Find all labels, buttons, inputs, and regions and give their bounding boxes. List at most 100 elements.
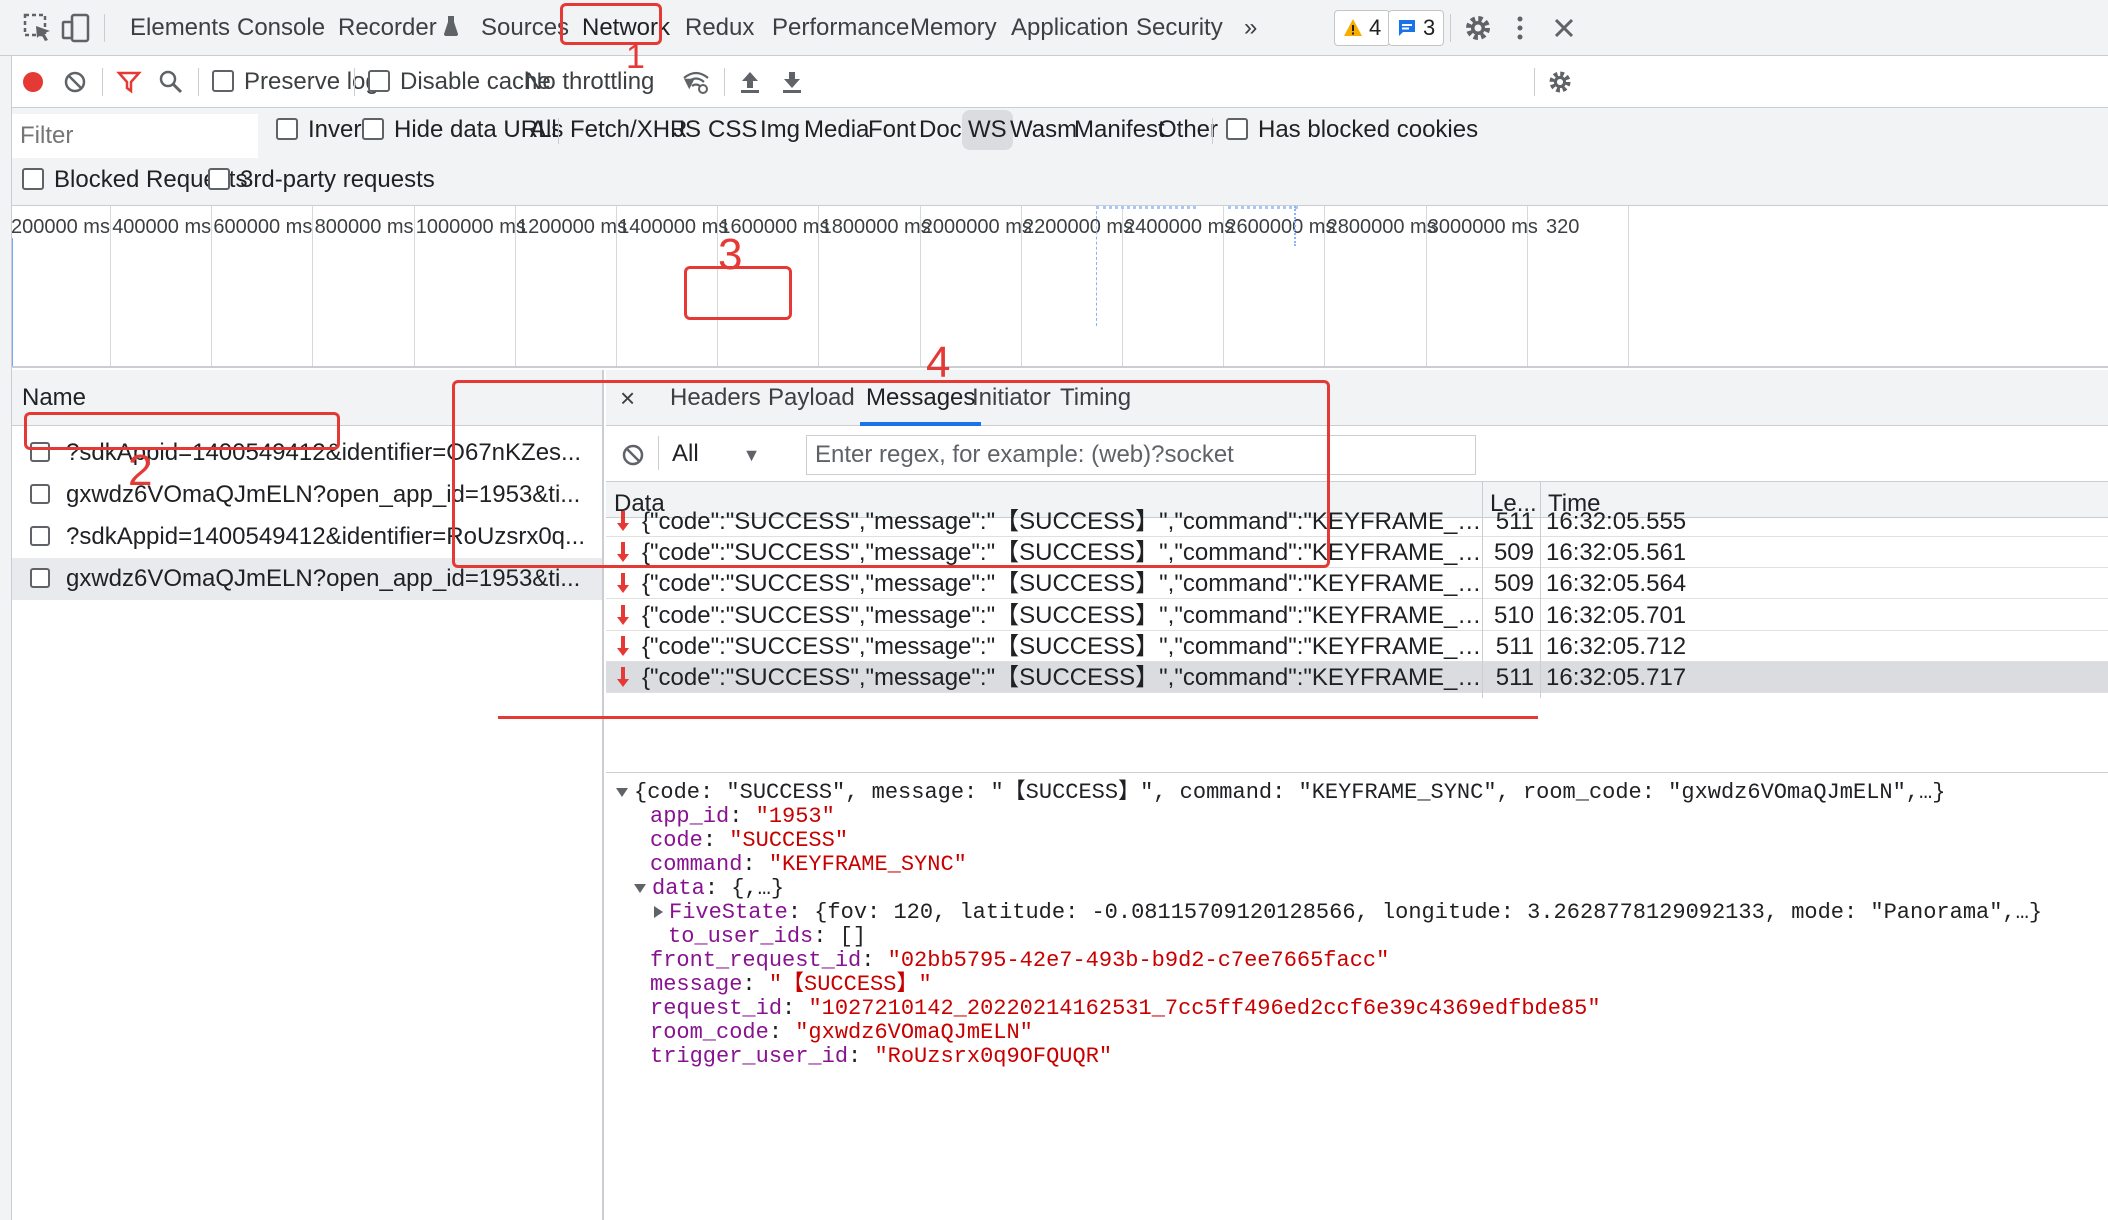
tab-performance[interactable]: Performance	[772, 0, 909, 56]
device-toolbar-icon[interactable]	[60, 12, 92, 44]
flask-icon	[443, 16, 458, 36]
inspect-element-icon[interactable]	[22, 12, 54, 44]
network-conditions-icon[interactable]	[682, 69, 710, 95]
json-key: command	[650, 852, 743, 877]
more-tabs-button[interactable]: »	[1244, 0, 1257, 56]
clear-icon[interactable]	[62, 69, 88, 95]
checkbox-box	[208, 167, 230, 190]
throttling-select[interactable]: No throttling ▼	[525, 56, 698, 108]
tab-initiator[interactable]: Initiator	[972, 370, 1051, 426]
filter-input[interactable]	[12, 114, 258, 158]
messages-badge[interactable]: 3	[1388, 10, 1445, 46]
preserve-log-label: Preserve log	[244, 68, 379, 95]
message-row[interactable]: {"code":"SUCCESS","message":"【SUCCESS】",…	[606, 568, 2108, 600]
request-icon	[30, 441, 50, 462]
tab-recorder-label: Recorder	[338, 14, 437, 41]
json-key: code	[650, 828, 703, 853]
message-length: 511	[1495, 664, 1534, 691]
settings-gear-icon[interactable]	[1462, 12, 1494, 44]
request-row[interactable]: ?sdkAppid=1400549412&identifier=RoUzsrx0…	[12, 516, 602, 558]
message-time: 16:32:05.712	[1546, 632, 1687, 660]
tab-elements[interactable]: Elements	[130, 0, 230, 56]
json-prop-fivestate[interactable]: FiveState: {fov: 120, latitude: -0.08115…	[654, 901, 2042, 925]
record-icon[interactable]	[20, 69, 46, 95]
export-har-icon[interactable]	[780, 69, 804, 95]
json-prop-request-id: request_id: "1027210142_20220214162531_7…	[650, 996, 1601, 1021]
message-time: 16:32:05.717	[1546, 664, 1687, 691]
message-type-label: All	[672, 440, 699, 467]
chevron-down-icon: ▼	[742, 445, 761, 465]
message-time: 16:32:05.564	[1546, 570, 1687, 598]
request-row[interactable]: ?sdkAppid=1400549412&identifier=O67nKZes…	[12, 432, 602, 474]
close-detail-button[interactable]: ×	[620, 370, 635, 426]
received-arrow-icon	[617, 542, 629, 563]
request-name: gxwdz6VOmaQJmELN?open_app_id=1953&ti...	[66, 481, 581, 508]
tab-timing[interactable]: Timing	[1060, 370, 1131, 426]
request-row[interactable]: gxwdz6VOmaQJmELN?open_app_id=1953&ti...	[12, 474, 602, 516]
filter-funnel-icon[interactable]	[116, 69, 142, 95]
received-arrow-icon	[617, 635, 629, 656]
timeline-gridline	[0, 206, 1629, 366]
json-key: trigger_user_id	[650, 1044, 849, 1069]
json-value: []	[839, 924, 867, 949]
timeline-tick-label: 320	[1546, 216, 1580, 238]
json-prop-room-code: room_code: "gxwdz6VOmaQJmELN"	[650, 1020, 1033, 1045]
message-row[interactable]: {"code":"SUCCESS","message":"【SUCCESS】",…	[606, 506, 2108, 537]
tab-memory[interactable]: Memory	[910, 0, 997, 56]
third-party-requests-checkbox[interactable]: 3rd-party requests	[208, 158, 435, 202]
json-root-summary[interactable]: {code: "SUCCESS", message: "【SUCCESS】", …	[616, 781, 1945, 805]
type-filter-doc[interactable]: Doc	[913, 108, 968, 152]
filter-bar: Invert Hide data URLs All Fetch/XHR JS C…	[0, 108, 2108, 206]
expanded-triangle-icon	[634, 883, 646, 893]
message-row[interactable]: {"code":"SUCCESS","message":"【SUCCESS】",…	[606, 662, 2108, 693]
message-row[interactable]: {"code":"SUCCESS","message":"【SUCCESS】",…	[606, 600, 2108, 631]
message-row[interactable]: {"code":"SUCCESS","message":"【SUCCESS】",…	[606, 631, 2108, 662]
json-key: app_id	[650, 804, 730, 829]
disable-cache-checkbox[interactable]: Disable cache	[368, 56, 551, 108]
checkbox-box	[22, 167, 44, 190]
name-header-label: Name	[22, 384, 87, 411]
tab-headers[interactable]: Headers	[670, 370, 761, 426]
warnings-count: 4	[1369, 15, 1382, 40]
tab-recorder[interactable]: Recorder	[338, 0, 459, 56]
network-settings-gear-icon[interactable]	[1546, 68, 1574, 96]
message-json-tree: {code: "SUCCESS", message: "【SUCCESS】", …	[606, 772, 2108, 1220]
close-devtools-icon[interactable]	[1548, 12, 1580, 44]
tab-messages[interactable]: Messages	[860, 370, 982, 426]
type-filter-js[interactable]: JS	[667, 108, 707, 152]
tab-payload[interactable]: Payload	[768, 370, 855, 426]
request-icon	[30, 525, 50, 546]
request-row-selected[interactable]: gxwdz6VOmaQJmELN?open_app_id=1953&ti...	[12, 558, 602, 600]
message-row[interactable]: {"code":"SUCCESS","message":"【SUCCESS】",…	[606, 537, 2108, 569]
warnings-badge[interactable]: 4	[1334, 10, 1391, 46]
search-icon[interactable]	[158, 69, 184, 95]
has-blocked-cookies-checkbox[interactable]: Has blocked cookies	[1226, 108, 1478, 152]
tab-application[interactable]: Application	[1011, 0, 1128, 56]
received-arrow-icon	[617, 667, 629, 687]
messages-filter-bar: All ▼	[606, 426, 2108, 482]
json-value: "【SUCCESS】"	[768, 972, 932, 997]
checkbox-box	[362, 117, 384, 140]
json-prop-data[interactable]: data: {,…}	[634, 877, 784, 901]
name-column-header[interactable]: Name	[12, 370, 602, 426]
regex-filter-input[interactable]	[806, 435, 1476, 475]
more-options-icon[interactable]	[1504, 12, 1536, 44]
type-filter-all[interactable]: All	[524, 108, 563, 152]
json-key: FiveState	[669, 900, 788, 925]
message-length: 511	[1495, 632, 1534, 660]
throttling-label: No throttling	[525, 68, 655, 95]
message-type-select[interactable]: All ▼	[672, 426, 761, 482]
clear-messages-icon[interactable]	[620, 442, 646, 468]
type-filter-other[interactable]: Other	[1152, 108, 1224, 152]
tab-redux[interactable]: Redux	[685, 0, 754, 56]
tab-network[interactable]: Network	[582, 0, 670, 56]
import-har-icon[interactable]	[738, 69, 762, 95]
tab-sources[interactable]: Sources	[481, 0, 569, 56]
network-overview-timeline[interactable]: 200000 ms 400000 ms 600000 ms 800000 ms 1000…	[0, 206, 2108, 368]
left-edge-gutter	[0, 56, 12, 1220]
tab-security[interactable]: Security	[1136, 0, 1223, 56]
invert-checkbox[interactable]: Invert	[276, 108, 368, 152]
messages-table: Data Le... Time {"code":"SUCCESS","messa…	[606, 482, 2108, 772]
tab-console[interactable]: Console	[237, 0, 325, 56]
request-name: ?sdkAppid=1400549412&identifier=RoUzsrx0…	[66, 523, 586, 550]
